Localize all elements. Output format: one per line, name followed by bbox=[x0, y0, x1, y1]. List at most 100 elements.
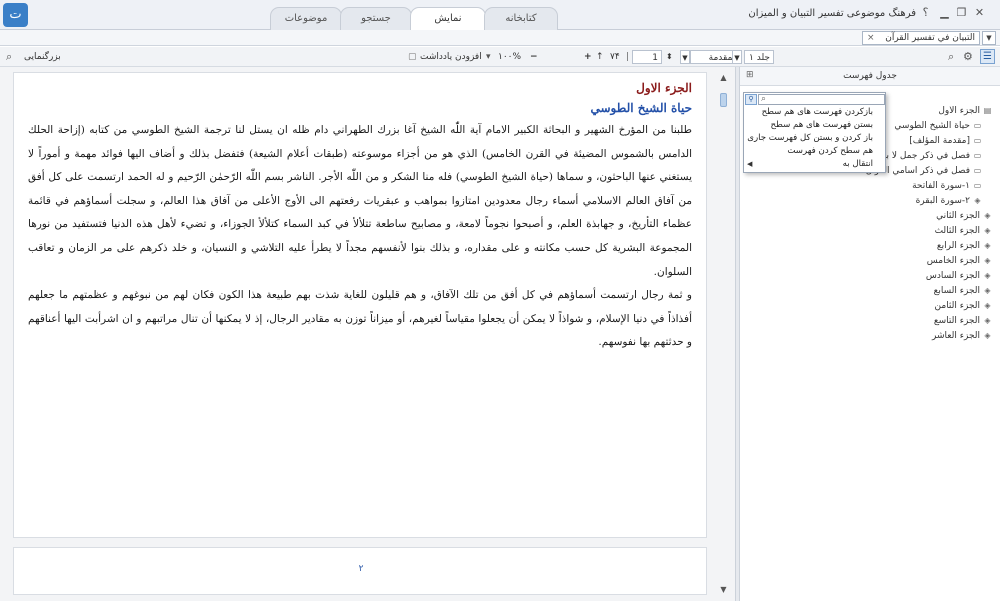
volume-heading: الجزء الاول bbox=[636, 81, 692, 95]
toc-item[interactable]: ▤الجزء الاول bbox=[938, 105, 992, 118]
toc-item-label: الجزء الثامن bbox=[934, 301, 980, 311]
tab-view[interactable]: نمایش bbox=[410, 7, 486, 31]
tab-topics[interactable]: موضوعات bbox=[270, 7, 342, 30]
scroll-down-icon[interactable]: ▼ bbox=[717, 583, 730, 596]
gear-icon[interactable]: ⚙ bbox=[963, 50, 973, 64]
toc-item-label: الجزء الرابع bbox=[936, 241, 980, 251]
toc-title: جدول فهرست bbox=[843, 71, 897, 81]
toc-item[interactable]: ◈ الجزء الرابع bbox=[937, 240, 992, 253]
book-closed-icon: ◈ bbox=[984, 226, 991, 235]
viewer-toolbar: ⌕ بزرگنمایی ▢ افزودن یادداشت ▾ ۱۰۰% − + … bbox=[0, 47, 1000, 108]
toc-item-label: الجزء الثالث bbox=[934, 226, 980, 236]
add-note-button[interactable]: افزودن یادداشت bbox=[420, 50, 482, 64]
title-bar: ت موضوعات جستجو نمایش کتابخانه فرهنگ موض… bbox=[0, 0, 1000, 31]
book-closed-icon: ◈ bbox=[984, 256, 991, 265]
minimize-icon[interactable]: ▁ bbox=[938, 6, 951, 20]
document-page: الجزء الاول حياة الشيخ الطوسي طلبنا من ا… bbox=[13, 72, 707, 538]
toc-item-label: الجزء الاول bbox=[938, 106, 980, 116]
section-heading: حياة الشيخ الطوسي bbox=[590, 101, 693, 115]
menu-item-toggle-all[interactable]: باز کردن و بستن کل فهرست جاری bbox=[747, 132, 873, 144]
toc-item[interactable]: ◈ الجزء السادس bbox=[926, 270, 992, 283]
submenu-arrow-icon: ◀ bbox=[747, 160, 753, 168]
book-closed-icon: ◈ bbox=[984, 286, 991, 295]
close-tab-icon[interactable]: × bbox=[867, 32, 875, 44]
help-icon[interactable]: ؟ bbox=[919, 6, 932, 20]
toc-item[interactable]: ▭۱-سورة الفاتحة bbox=[912, 180, 982, 193]
search-icon[interactable]: ⌕ bbox=[948, 50, 954, 64]
toc-item-label: الجزء الثاني bbox=[936, 211, 980, 221]
toc-item-label: ۱-سورة الفاتحة bbox=[912, 181, 970, 191]
page-icon: ▭ bbox=[973, 151, 982, 160]
toc-item-label: الجزء التاسع bbox=[933, 316, 980, 326]
book-closed-icon: ◈ bbox=[984, 211, 991, 220]
zoom-in-button[interactable]: + bbox=[584, 50, 592, 64]
window-title: فرهنگ موضوعی تفسیر التبیان و المیزان bbox=[748, 8, 916, 19]
zoom-out-button[interactable]: − bbox=[530, 50, 538, 64]
document-tab-strip bbox=[0, 30, 1000, 46]
page-spinner-icon[interactable]: ⬍ bbox=[666, 50, 673, 64]
document-tab[interactable]: التبيان في تفسير القرآن × bbox=[862, 31, 980, 45]
document-tab-label: التبيان في تفسير القرآن bbox=[885, 33, 975, 43]
search-icon: ⌕ bbox=[761, 94, 767, 104]
toc-item[interactable]: ▭فصل في ذكر جمل لا بد bbox=[882, 150, 982, 163]
toc-item[interactable]: ◈ الجزء التاسع bbox=[934, 315, 992, 328]
restore-icon[interactable]: ❐ bbox=[955, 6, 968, 20]
zoom-value: ۱۰۰% bbox=[498, 52, 522, 62]
paragraph: و ثمة رجال ارتسمت أسماؤهم في كل أفق من ت… bbox=[28, 289, 692, 349]
book-closed-icon: ◈ bbox=[984, 271, 991, 280]
toc-item-label: الجزء السابع bbox=[933, 286, 980, 296]
menu-item-expand-siblings[interactable]: بازکردن فهرست های هم سطح bbox=[762, 106, 873, 118]
menu-item-move-to[interactable]: انتقال به bbox=[843, 158, 873, 170]
book-closed-icon: ◈ bbox=[984, 301, 991, 310]
toc-search-input[interactable]: ⌕ bbox=[758, 94, 885, 105]
volume-select[interactable]: جلد ۱ bbox=[744, 50, 774, 64]
magnifier-icon[interactable]: ⚲ bbox=[745, 94, 757, 105]
toc-item-label: [مقدمة المؤلف] bbox=[909, 136, 970, 146]
scroll-thumb[interactable] bbox=[720, 93, 727, 107]
toc-item-label: الجزء الخامس bbox=[926, 256, 980, 266]
toc-item[interactable]: ▭حياة الشيخ الطوسي bbox=[894, 120, 982, 133]
dropdown-icon[interactable]: ▾ bbox=[486, 50, 491, 64]
enlarge-button[interactable]: بزرگنمایی bbox=[24, 50, 61, 64]
close-icon[interactable]: ✕ bbox=[973, 6, 986, 20]
zoom-glass-icon[interactable]: ⌕ bbox=[6, 50, 12, 64]
toc-item-label: ۲-سورة البقرة bbox=[915, 196, 970, 206]
toc-item[interactable]: ▭[مقدمة المؤلف] bbox=[909, 135, 982, 148]
toc-item-label: حياة الشيخ الطوسي bbox=[894, 121, 970, 131]
toc-item[interactable]: ◈ الجزء الثالث bbox=[935, 225, 992, 238]
previous-page-icon[interactable]: ↑ bbox=[596, 50, 604, 64]
toc-item[interactable]: ◈ الجزء الثاني bbox=[936, 210, 992, 223]
book-closed-icon: ◈ bbox=[984, 316, 991, 325]
menu-item-collapse-siblings[interactable]: بستن فهرست های هم سطح bbox=[771, 119, 874, 131]
book-closed-icon: ◈ bbox=[984, 331, 991, 340]
toc-item[interactable]: ◈ الجزء السابع bbox=[934, 285, 992, 298]
tab-library[interactable]: کتابخانه bbox=[484, 7, 558, 30]
menu-item-level-toc[interactable]: هم سطح کردن فهرست bbox=[787, 145, 873, 157]
tab-list-dropdown-icon[interactable]: ▼ bbox=[982, 31, 996, 45]
toc-context-menu: ⚲ ⌕ بازکردن فهرست های هم سطح بستن فهرست … bbox=[743, 92, 886, 173]
tab-label: جستجو bbox=[361, 13, 391, 24]
section-dropdown-arrow[interactable]: ▼ bbox=[680, 50, 690, 64]
page-separator: | bbox=[626, 52, 630, 62]
toc-item[interactable]: ◈ ۲-سورة البقرة bbox=[916, 195, 982, 208]
page-number-input[interactable]: 1 bbox=[632, 50, 662, 64]
note-icon[interactable]: ▢ bbox=[408, 50, 417, 64]
volume-dropdown-arrow[interactable]: ▼ bbox=[732, 50, 742, 64]
page-icon: ▭ bbox=[973, 166, 982, 175]
book-closed-icon: ◈ bbox=[974, 196, 981, 205]
scroll-up-icon[interactable]: ▲ bbox=[717, 71, 730, 84]
toc-item[interactable]: ◈ الجزء الثامن bbox=[935, 300, 992, 313]
list-view-icon[interactable]: ☰ bbox=[980, 49, 995, 64]
book-open-icon: ▤ bbox=[983, 106, 992, 115]
tab-label: نمایش bbox=[434, 13, 462, 24]
page-icon: ▭ bbox=[973, 136, 982, 145]
toc-item-label: فصل في ذكر جمل لا بد bbox=[881, 151, 970, 161]
tab-search[interactable]: جستجو bbox=[340, 7, 412, 30]
toc-item-label: الجزء السادس bbox=[925, 271, 980, 281]
page-total: ۷۴ bbox=[610, 52, 620, 62]
toc-item[interactable]: ◈ الجزء العاشر bbox=[932, 330, 992, 343]
app-logo-icon: ت bbox=[3, 3, 28, 27]
vertical-scrollbar[interactable]: ▲ ▼ bbox=[717, 71, 730, 596]
toc-item[interactable]: ◈ الجزء الخامس bbox=[927, 255, 992, 268]
tab-label: کتابخانه bbox=[505, 13, 537, 24]
